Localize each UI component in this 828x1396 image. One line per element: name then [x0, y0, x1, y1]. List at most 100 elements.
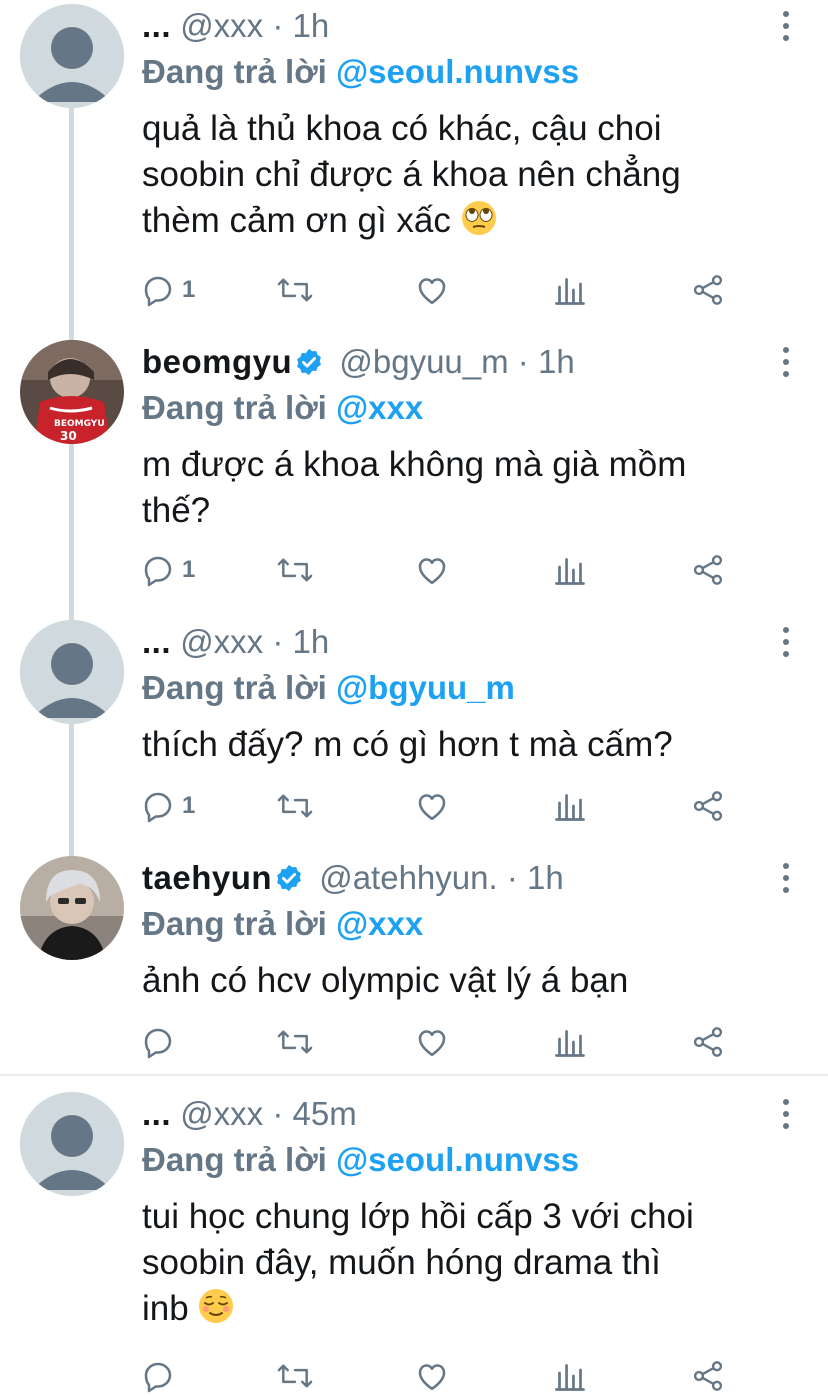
reply-count: 1 [182, 556, 196, 583]
user-handle[interactable]: @xxx [180, 7, 263, 44]
like-button[interactable] [414, 270, 450, 310]
tweet-item[interactable]: ... @xxx · 1h Đang trả lời @seoul.nunvss… [0, 0, 828, 330]
display-name[interactable]: beomgyu [142, 343, 292, 380]
tweet-item[interactable]: ... @xxx · 45m Đang trả lời @seoul.nunvs… [0, 1088, 828, 1393]
analytics-button[interactable] [552, 550, 588, 590]
more-options-icon[interactable] [774, 342, 798, 382]
verified-badge-icon [277, 864, 301, 892]
share-button[interactable] [690, 1022, 726, 1062]
analytics-button[interactable] [552, 270, 588, 310]
share-button[interactable] [690, 550, 726, 590]
retweet-button[interactable] [276, 786, 314, 826]
display-name[interactable]: taehyun [142, 859, 272, 896]
separator-dot: · [517, 343, 529, 380]
like-icon [418, 1030, 446, 1057]
retweet-icon [277, 558, 313, 582]
like-icon [418, 1364, 446, 1391]
timestamp[interactable]: 1h [538, 343, 575, 380]
analytics-button[interactable] [552, 1356, 588, 1396]
reply-prefix: Đang trả lời [142, 389, 327, 426]
more-options-icon[interactable] [774, 1094, 798, 1134]
like-button[interactable] [414, 786, 450, 826]
tweet-item[interactable]: BEOMGYU 30 beomgyu @bgyuu_m · 1h Đang tr… [0, 336, 828, 616]
retweet-button[interactable] [276, 1356, 314, 1396]
text-line: inb [142, 1289, 189, 1328]
tweet-text: ảnh có hcv olympic vật lý á bạn [142, 958, 802, 1004]
photo-avatar-silver-hair[interactable] [20, 856, 124, 960]
share-button[interactable] [690, 786, 726, 826]
tweet-item[interactable]: taehyun @atehhyun. · 1h Đang trả lời @xx… [0, 852, 828, 1074]
reply-icon [144, 276, 172, 307]
reply-icon [144, 1362, 172, 1393]
retweet-button[interactable] [276, 1022, 314, 1062]
like-icon [418, 558, 446, 585]
default-avatar[interactable] [20, 620, 124, 724]
more-options-icon[interactable] [774, 858, 798, 898]
reply-button[interactable] [140, 1022, 182, 1062]
more-options-icon[interactable] [774, 622, 798, 662]
reply-button[interactable]: 1 [140, 270, 195, 310]
like-button[interactable] [414, 550, 450, 590]
photo-avatar-jersey[interactable]: BEOMGYU 30 [20, 340, 124, 444]
retweet-icon [277, 1364, 313, 1388]
retweet-button[interactable] [276, 550, 314, 590]
tweet-text: quả là thủ khoa có khác, cậu choi soobin… [142, 106, 802, 248]
default-avatar[interactable] [20, 1092, 124, 1196]
reply-prefix: Đang trả lời [142, 669, 327, 706]
timestamp[interactable]: 1h [293, 7, 330, 44]
user-handle[interactable]: @xxx [180, 623, 263, 660]
display-name[interactable]: ... [142, 623, 171, 660]
mention-link[interactable]: @bgyuu_m [336, 669, 515, 706]
tweet-item[interactable]: ... @xxx · 1h Đang trả lời @bgyuu_m thíc… [0, 616, 828, 852]
tweet-text: tui học chung lớp hồi cấp 3 với choi soo… [142, 1194, 802, 1336]
user-handle[interactable]: @bgyuu_m [339, 343, 508, 380]
share-icon [693, 1027, 723, 1057]
reply-icon [144, 792, 172, 823]
share-button[interactable] [690, 270, 726, 310]
relieved-face-emoji [198, 1288, 234, 1336]
replying-to: Đang trả lời @xxx [142, 904, 423, 944]
share-icon [693, 275, 723, 305]
tweet-actions [140, 1356, 740, 1396]
user-handle[interactable]: @atehhyun. [319, 859, 497, 896]
tweet-actions [140, 1022, 740, 1062]
more-options-icon[interactable] [774, 6, 798, 46]
timestamp[interactable]: 45m [293, 1095, 357, 1132]
verified-badge-icon [297, 348, 322, 376]
display-name[interactable]: ... [142, 1095, 171, 1132]
share-button[interactable] [690, 1356, 726, 1396]
display-name[interactable]: ... [142, 7, 171, 44]
replying-to: Đang trả lời @xxx [142, 388, 423, 428]
reply-button[interactable] [140, 1356, 182, 1396]
replying-to: Đang trả lời @seoul.nunvss [142, 1140, 579, 1180]
analytics-button[interactable] [552, 786, 588, 826]
replying-to: Đang trả lời @seoul.nunvss [142, 52, 579, 92]
retweet-button[interactable] [276, 270, 314, 310]
like-button[interactable] [414, 1022, 450, 1062]
retweet-icon [277, 794, 313, 818]
analytics-icon [555, 1364, 585, 1391]
like-button[interactable] [414, 1356, 450, 1396]
mention-link[interactable]: @xxx [336, 905, 423, 942]
share-icon [693, 791, 723, 821]
analytics-icon [555, 278, 585, 305]
reply-button[interactable]: 1 [140, 786, 195, 826]
text-line: quả là thủ khoa có khác, cậu choi [142, 109, 662, 148]
timestamp[interactable]: 1h [293, 623, 330, 660]
analytics-button[interactable] [552, 1022, 588, 1062]
replying-to: Đang trả lời @bgyuu_m [142, 668, 515, 708]
user-handle[interactable]: @xxx [180, 1095, 263, 1132]
text-line: thích đấy? m có gì hơn t mà cấm? [142, 725, 673, 764]
default-avatar[interactable] [20, 4, 124, 108]
text-line: soobin chỉ được á khoa nên chẳng [142, 155, 681, 194]
timestamp[interactable]: 1h [527, 859, 564, 896]
mention-link[interactable]: @seoul.nunvss [336, 53, 579, 90]
mention-link[interactable]: @seoul.nunvss [336, 1141, 579, 1178]
mention-link[interactable]: @xxx [336, 389, 423, 426]
tweet-header: ... @xxx · 1h [142, 622, 329, 662]
reply-prefix: Đang trả lời [142, 1141, 327, 1178]
separator-dot: · [272, 7, 284, 44]
analytics-icon [555, 1030, 585, 1057]
reply-count: 1 [182, 792, 196, 819]
reply-button[interactable]: 1 [140, 550, 195, 590]
